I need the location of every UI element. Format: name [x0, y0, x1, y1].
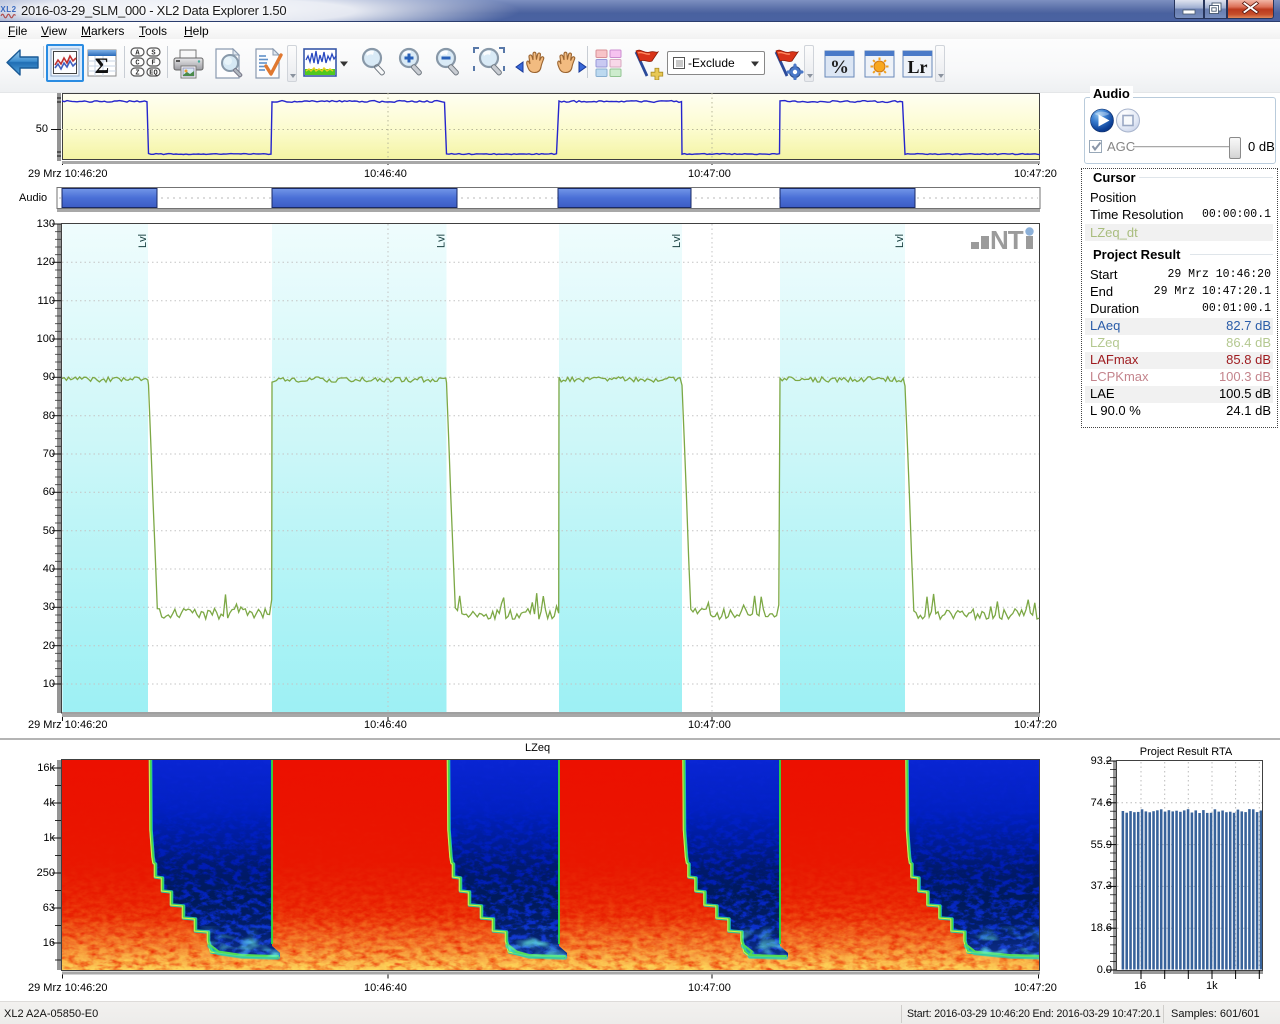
svg-text:NT: NT: [990, 225, 1024, 255]
svg-text:Lvl: Lvl: [671, 234, 683, 248]
svg-text:Lvl: Lvl: [436, 234, 448, 248]
svg-text:Lvl: Lvl: [137, 234, 149, 248]
svg-text:Lvl: Lvl: [894, 234, 906, 248]
